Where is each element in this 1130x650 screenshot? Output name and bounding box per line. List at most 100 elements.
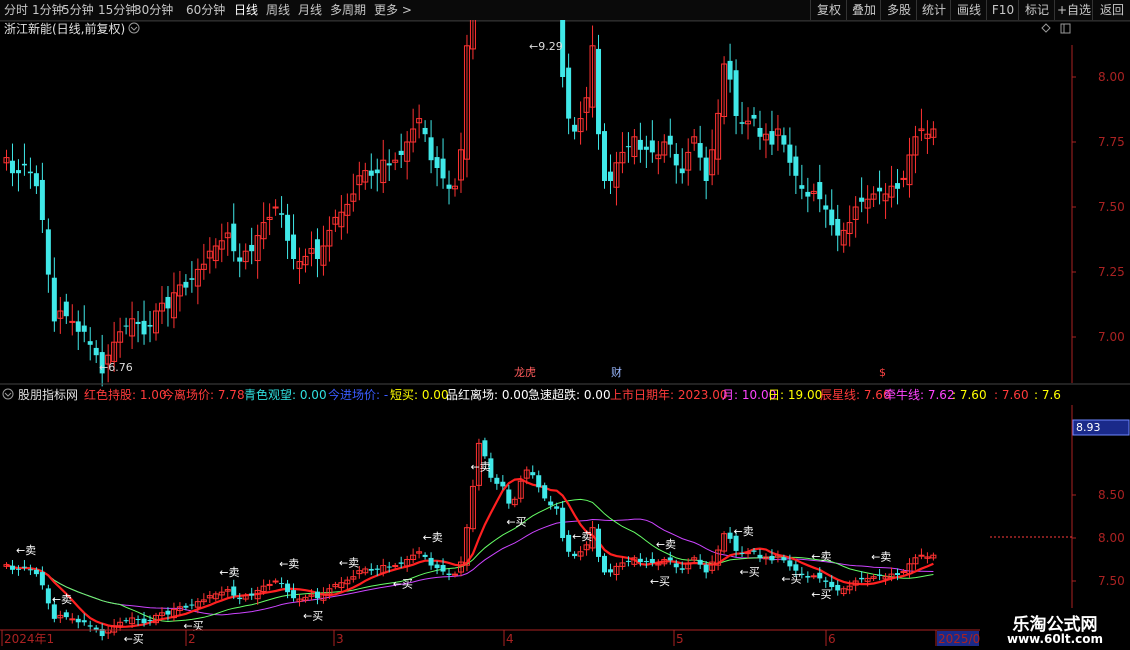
candle [39, 179, 45, 220]
indicator-candle [805, 576, 811, 578]
candle [739, 122, 745, 124]
candle [374, 169, 380, 174]
candle [237, 257, 243, 262]
indicator-candle [643, 561, 649, 563]
period-tab-6[interactable]: 日线 [234, 0, 258, 20]
candle [787, 144, 793, 163]
indicator-candle [231, 586, 237, 596]
candle [566, 67, 572, 119]
indicator-candle [266, 583, 273, 586]
period-tab-9[interactable]: 多周期 [330, 0, 366, 20]
indicator-candle [165, 610, 171, 615]
period-tab-3[interactable]: 15分钟 [98, 0, 137, 20]
watermark: 乐淘公式网 www.60lt.com [980, 608, 1130, 650]
indicator-candle [9, 565, 15, 570]
candle [422, 127, 428, 135]
candle [249, 244, 255, 252]
candle [440, 158, 446, 179]
period-tab-4[interactable]: 30分钟 [134, 0, 173, 20]
indicator-param-14: : 7.6 [1034, 388, 1061, 402]
candle [895, 183, 901, 189]
indicator-candle [27, 569, 33, 571]
candle [189, 278, 195, 280]
event-marker-2[interactable]: $ [879, 366, 886, 379]
indicator-candle [829, 581, 835, 588]
period-tab-1[interactable]: 1分钟 [32, 0, 64, 20]
stock-title: 浙江新能(日线,前复权) [4, 21, 125, 36]
indicator-candle [530, 472, 536, 476]
period-tab-10[interactable]: 更多 > [374, 0, 412, 20]
candle [727, 60, 733, 80]
period-tab-8[interactable]: 月线 [298, 0, 322, 20]
indicator-candle [494, 477, 500, 484]
candle [81, 325, 87, 332]
candle [147, 325, 153, 327]
toolbar-button-8[interactable]: 返回 [1092, 0, 1130, 20]
indicator-candle [679, 568, 685, 570]
indicator-candle [183, 605, 189, 608]
indicator-param-9: 日: 19.00 [768, 388, 822, 402]
toolbar-button-7[interactable]: +自选 [1054, 0, 1093, 20]
indicator-candle [81, 620, 87, 623]
indicator-param-1: 今离场价: 7.78 [162, 387, 245, 402]
indicator-candle [727, 532, 733, 539]
indicator-candle [625, 560, 631, 562]
indicator-candle [249, 593, 255, 596]
indicator-candle [482, 440, 488, 457]
toolbar-button-2[interactable]: 多股 [880, 0, 917, 20]
toolbar-button-1[interactable]: 叠加 [846, 0, 881, 20]
indicator-param-2: 青色观望: 0.00 [244, 388, 327, 402]
indicator-candle [33, 569, 39, 575]
candle [667, 135, 673, 145]
event-marker-1[interactable]: 财 [611, 365, 622, 379]
indicator-candle [141, 618, 147, 624]
indicator-candle [237, 597, 243, 600]
candle [781, 135, 787, 145]
period-tab-0[interactable]: 分时 [4, 0, 28, 20]
toolbar-button-6[interactable]: 标记 [1018, 0, 1055, 20]
candle [386, 163, 392, 166]
toolbar-button-4[interactable]: 画线 [950, 0, 987, 20]
event-marker-0[interactable]: 龙虎 [514, 366, 536, 379]
buy-signal: ←买 [811, 588, 831, 601]
candle [607, 171, 613, 181]
time-label-2: 3 [336, 632, 344, 646]
title-dropdown-icon[interactable] [128, 22, 140, 34]
indicator-param-12: : 7.60 [952, 388, 987, 402]
candle [75, 321, 81, 332]
time-label-4: 5 [676, 632, 684, 646]
candle [9, 160, 15, 174]
buy-signal: ←买 [506, 516, 526, 529]
candle [757, 127, 763, 137]
indicator-candle [39, 572, 45, 586]
toolbar-button-5[interactable]: F10 [986, 0, 1019, 20]
panel-maximize-icon[interactable] [1060, 23, 1071, 34]
indicator-candle [135, 619, 141, 621]
watermark-url: www.60lt.com [1006, 632, 1104, 646]
candle [625, 146, 631, 148]
indicator-param-11: 牵牛线: 7.62 [884, 387, 955, 402]
indicator-candle [895, 573, 901, 575]
period-tab-5[interactable]: 60分钟 [186, 0, 225, 20]
period-tab-7[interactable]: 周线 [266, 0, 290, 20]
indicator-candle [607, 569, 613, 573]
diamond-icon[interactable] [1041, 23, 1051, 33]
indicator-candle [739, 552, 745, 554]
period-tab-2[interactable]: 5分钟 [62, 0, 94, 20]
indicator-candle [769, 555, 775, 561]
toolbar-button-3[interactable]: 统计 [916, 0, 951, 20]
indicator-candle [823, 580, 829, 582]
indicator-candle [673, 563, 679, 568]
indicator-dropdown-icon[interactable] [2, 388, 14, 400]
candle [446, 184, 452, 189]
sell-signal: ←卖 [339, 557, 359, 570]
candle [673, 153, 679, 166]
buy-signal: ←买 [740, 565, 760, 578]
candle [63, 301, 69, 317]
indicator-candle [810, 575, 817, 578]
candle [769, 131, 775, 145]
indicator-candle [51, 604, 57, 619]
indicator-candle [21, 566, 27, 568]
candle [602, 131, 607, 181]
toolbar-button-0[interactable]: 复权 [810, 0, 847, 20]
